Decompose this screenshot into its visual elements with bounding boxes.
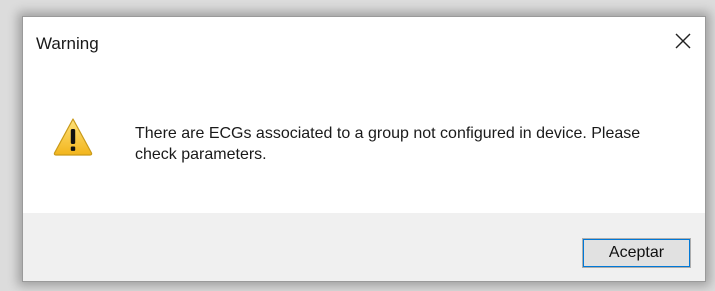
dialog-message: There are ECGs associated to a group not… — [135, 125, 641, 163]
dialog-titlebar: Warning — [23, 17, 705, 77]
aceptar-button[interactable]: Aceptar — [582, 238, 691, 268]
close-icon — [675, 33, 691, 49]
dialog-footer: Aceptar — [23, 213, 705, 281]
warning-icon — [53, 118, 93, 156]
close-button[interactable] — [661, 21, 705, 61]
warning-dialog: Warning There are ECGs associated to a g… — [22, 16, 706, 282]
screen-background: Warning There are ECGs associated to a g… — [0, 0, 715, 291]
dialog-title: Warning — [36, 34, 99, 53]
dialog-body: There are ECGs associated to a group not… — [23, 77, 705, 213]
